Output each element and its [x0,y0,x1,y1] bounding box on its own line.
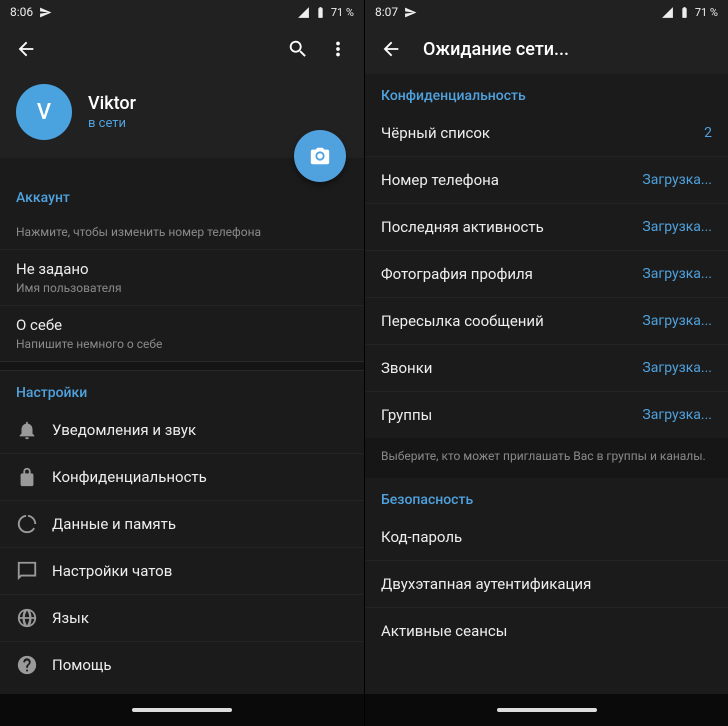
row-label: Номер телефона [381,171,642,189]
settings-item-privacy[interactable]: Конфиденциальность [0,454,364,501]
chat-icon [16,560,38,582]
settings-item-chats[interactable]: Настройки чатов [0,548,364,595]
settings-item-label: Уведомления и звук [52,421,196,439]
settings-scroll: Аккаунт Нажмите, чтобы изменить номер те… [0,158,364,694]
row-label: Звонки [381,359,642,377]
more-button[interactable] [318,29,358,69]
privacy-row-lastseen[interactable]: Последняя активность Загрузка... [365,204,728,251]
battery-icon [314,6,327,19]
row-value: Загрузка... [642,407,712,423]
telegram-icon [39,6,52,19]
row-label: Фотография профиля [381,265,642,283]
bell-icon [16,419,38,441]
search-button[interactable] [278,29,318,69]
row-label: Последняя активность [381,218,642,236]
row-label: Двухэтапная аутентификация [381,575,712,593]
battery-icon [678,6,691,19]
settings-item-language[interactable]: Язык [0,595,364,642]
row-value: Загрузка... [642,360,712,376]
bio-hint: Напишите немного о себе [16,337,348,351]
help-icon [16,654,38,676]
settings-item-label: Настройки чатов [52,562,172,580]
privacy-row-phone[interactable]: Номер телефона Загрузка... [365,157,728,204]
status-bar: 8:07 71 % [365,0,728,24]
change-photo-button[interactable] [294,130,346,182]
arrow-back-icon [15,38,37,60]
privacy-screen: 8:07 71 % Ожидание сети... Конфиденциаль… [364,0,728,726]
app-bar [0,24,364,74]
signal-icon [297,6,310,19]
profile-status: в сети [88,116,136,131]
row-value: Загрузка... [642,219,712,235]
security-row-sessions[interactable]: Активные сеансы [365,608,728,654]
row-label: Код-пароль [381,528,712,546]
row-label: Активные сеансы [381,622,712,640]
username-row[interactable]: Не задано Имя пользователя [0,250,364,306]
profile-header: V Viktor в сети [0,74,364,158]
section-divider [0,361,364,371]
status-time: 8:06 [10,5,33,19]
phone-row[interactable]: Нажмите, чтобы изменить номер телефона [0,212,364,250]
row-label: Пересылка сообщений [381,312,642,330]
nav-bar [0,694,364,726]
back-button[interactable] [371,29,411,69]
privacy-row-forward[interactable]: Пересылка сообщений Загрузка... [365,298,728,345]
privacy-row-blocklist[interactable]: Чёрный список 2 [365,110,728,157]
bio-value: О себе [16,316,348,334]
telegram-icon [404,6,417,19]
privacy-row-calls[interactable]: Звонки Загрузка... [365,345,728,392]
nav-pill[interactable] [497,708,597,712]
section-privacy: Конфиденциальность [365,74,728,110]
settings-item-label: Помощь [52,656,112,674]
privacy-row-profilephoto[interactable]: Фотография профиля Загрузка... [365,251,728,298]
phone-hint: Нажмите, чтобы изменить номер телефона [16,225,348,239]
row-label: Группы [381,406,642,424]
settings-item-label: Конфиденциальность [52,468,207,486]
avatar[interactable]: V [16,84,72,140]
lock-icon [16,466,38,488]
settings-item-data[interactable]: Данные и память [0,501,364,548]
app-bar: Ожидание сети... [365,24,728,74]
username-value: Не задано [16,260,348,278]
data-usage-icon [16,513,38,535]
settings-item-help[interactable]: Помощь [0,642,364,688]
row-value: 2 [704,125,712,141]
nav-bar [365,694,728,726]
more-vert-icon [327,38,349,60]
battery-percent: 71 % [331,6,354,19]
bio-row[interactable]: О себе Напишите немного о себе [0,306,364,361]
settings-profile-screen: 8:06 71 % V Viktor в сети [0,0,364,726]
section-security: Безопасность [365,478,728,514]
row-value: Загрузка... [642,172,712,188]
profile-name: Viktor [88,93,136,114]
username-hint: Имя пользователя [16,281,348,295]
settings-item-label: Данные и память [52,515,176,533]
search-icon [287,38,309,60]
back-button[interactable] [6,29,46,69]
status-time: 8:07 [375,5,398,19]
nav-pill[interactable] [132,708,232,712]
signal-icon [661,6,674,19]
row-value: Загрузка... [642,313,712,329]
status-bar: 8:06 71 % [0,0,364,24]
settings-item-label: Язык [52,609,89,627]
security-row-passcode[interactable]: Код-пароль [365,514,728,561]
row-label: Чёрный список [381,124,704,142]
arrow-back-icon [380,38,402,60]
privacy-footnote: Выберите, кто может приглашать Вас в гру… [365,438,728,478]
avatar-initial: V [37,100,51,125]
globe-icon [16,607,38,629]
security-row-two-step[interactable]: Двухэтапная аутентификация [365,561,728,608]
row-value: Загрузка... [642,266,712,282]
camera-icon [309,145,331,167]
battery-percent: 71 % [695,6,718,19]
page-title: Ожидание сети... [423,39,569,60]
privacy-row-groups[interactable]: Группы Загрузка... [365,392,728,438]
privacy-scroll: Конфиденциальность Чёрный список 2 Номер… [365,74,728,694]
section-settings: Настройки [0,371,364,407]
settings-item-notifications[interactable]: Уведомления и звук [0,407,364,454]
